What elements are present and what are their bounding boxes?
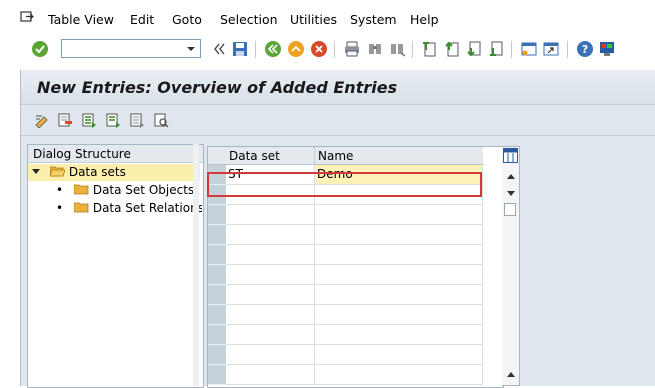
tree-node-data-set-relationship[interactable]: • Data Set Relationship	[56, 200, 202, 217]
cell-name[interactable]	[315, 225, 483, 245]
table-scrollbar[interactable]	[502, 146, 520, 386]
menu-goto[interactable]: Goto	[172, 12, 202, 27]
tree-node-label: Data Set Objects	[92, 183, 195, 197]
cell-name[interactable]	[315, 365, 483, 385]
cell-data-set[interactable]	[226, 305, 315, 325]
find-icon[interactable]	[366, 40, 384, 58]
exit-icon[interactable]	[287, 40, 305, 58]
select-block-icon[interactable]	[105, 112, 121, 128]
open-folder-icon	[49, 165, 66, 177]
scroll-thumb[interactable]	[504, 203, 516, 216]
highlight-box	[207, 172, 482, 197]
cell-data-set[interactable]	[226, 325, 315, 345]
cell-name[interactable]	[315, 325, 483, 345]
back-icon[interactable]	[264, 40, 282, 58]
tree-node-label: Data Set Relationship	[92, 201, 202, 215]
row-selector[interactable]	[208, 265, 226, 285]
delete-icon[interactable]	[57, 112, 73, 128]
cell-name[interactable]	[315, 205, 483, 225]
row-selector[interactable]	[208, 345, 226, 365]
system-menu-icon[interactable]	[20, 11, 34, 23]
dialog-structure-scrollbar[interactable]	[193, 144, 199, 386]
expand-triangle-icon[interactable]	[28, 164, 46, 181]
scroll-down-icon[interactable]	[506, 187, 516, 201]
bullet-icon: •	[56, 201, 64, 215]
row-selector[interactable]	[208, 325, 226, 345]
dialog-structure-panel: Dialog Structure Data sets • Data Set Ob…	[27, 144, 204, 388]
column-header-name[interactable]: Name	[315, 147, 483, 165]
cell-data-set[interactable]	[226, 205, 315, 225]
menu-selection[interactable]: Selection	[220, 12, 278, 27]
row-selector[interactable]	[208, 225, 226, 245]
tree-node-data-sets[interactable]: Data sets	[28, 164, 200, 181]
first-page-icon[interactable]	[420, 40, 438, 58]
cell-data-set[interactable]	[226, 345, 315, 365]
title-bar: New Entries: Overview of Added Entries	[21, 70, 655, 105]
select-all-icon[interactable]	[81, 112, 97, 128]
dialog-structure-header: Dialog Structure	[28, 145, 203, 163]
last-page-icon[interactable]	[487, 40, 505, 58]
collapse-arrows-icon[interactable]	[210, 40, 228, 58]
menu-utilities[interactable]: Utilities	[290, 12, 337, 27]
save-icon[interactable]	[231, 40, 249, 58]
deselect-all-icon[interactable]	[129, 112, 145, 128]
previous-page-icon[interactable]	[443, 40, 461, 58]
cell-name[interactable]	[315, 285, 483, 305]
row-selector[interactable]	[208, 285, 226, 305]
enter-check-icon[interactable]	[31, 40, 49, 58]
cell-name[interactable]	[315, 245, 483, 265]
cell-data-set[interactable]	[226, 265, 315, 285]
select-all-rows-corner[interactable]	[208, 147, 226, 165]
cell-data-set[interactable]	[226, 365, 315, 385]
find-next-icon[interactable]	[388, 40, 406, 58]
menu-system[interactable]: System	[350, 12, 397, 27]
folder-icon	[73, 183, 89, 195]
cell-data-set[interactable]	[226, 245, 315, 265]
help-icon[interactable]: ?	[576, 40, 594, 58]
row-selector[interactable]	[208, 365, 226, 385]
cell-data-set[interactable]	[226, 285, 315, 305]
row-selector[interactable]	[208, 245, 226, 265]
menu-table-view[interactable]: Table View	[48, 12, 114, 27]
main-content: New Entries: Overview of Added Entries D…	[20, 70, 655, 388]
application-toolbar	[21, 105, 655, 136]
tree-node-label: Data sets	[68, 165, 126, 179]
menu-edit[interactable]: Edit	[130, 12, 154, 27]
column-header-data-set[interactable]: Data set	[226, 147, 315, 165]
table-settings-icon[interactable]	[503, 148, 518, 166]
svg-text:?: ?	[582, 43, 588, 56]
page-title: New Entries: Overview of Added Entries	[37, 78, 398, 97]
cell-name[interactable]	[315, 265, 483, 285]
command-field[interactable]	[61, 39, 201, 58]
scroll-up-icon[interactable]	[506, 367, 516, 381]
cell-name[interactable]	[315, 305, 483, 325]
row-selector[interactable]	[208, 305, 226, 325]
menu-bar: Table View Edit Goto Selection Utilities…	[0, 0, 655, 36]
chevron-down-icon[interactable]	[184, 41, 198, 56]
folder-icon	[73, 201, 89, 213]
customize-layout-icon[interactable]	[598, 40, 616, 58]
cancel-icon[interactable]	[310, 40, 328, 58]
shortcut-icon[interactable]	[542, 40, 560, 58]
print-icon[interactable]	[343, 40, 361, 58]
tree-node-data-set-objects[interactable]: • Data Set Objects	[56, 182, 194, 199]
create-session-icon[interactable]	[520, 40, 538, 58]
next-page-icon[interactable]	[465, 40, 483, 58]
scroll-up-icon[interactable]	[506, 169, 516, 183]
change-display-icon[interactable]	[34, 112, 50, 129]
where-used-icon[interactable]	[153, 112, 169, 128]
menu-help[interactable]: Help	[410, 12, 439, 27]
cell-data-set[interactable]	[226, 225, 315, 245]
bullet-icon: •	[56, 183, 64, 197]
row-selector[interactable]	[208, 205, 226, 225]
cell-name[interactable]	[315, 345, 483, 365]
